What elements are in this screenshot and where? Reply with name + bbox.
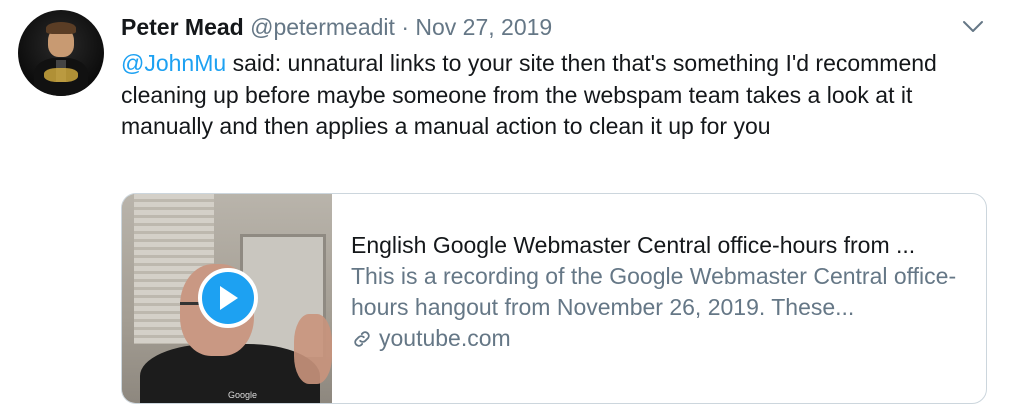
author-handle[interactable]: @petermeadit xyxy=(250,14,395,40)
author-name[interactable]: Peter Mead xyxy=(121,14,244,40)
link-icon xyxy=(354,330,370,347)
separator: · xyxy=(401,14,409,40)
card-domain-row: youtube.com xyxy=(351,323,971,354)
tweet-date[interactable]: Nov 27, 2019 xyxy=(415,14,552,40)
card-title: English Google Webmaster Central office-… xyxy=(351,232,916,258)
tweet[interactable]: Peter Mead @petermeadit · Nov 27, 2019 @… xyxy=(0,0,1010,412)
chevron-down-icon[interactable] xyxy=(960,16,986,38)
card-domain: youtube.com xyxy=(379,325,511,351)
tweet-header: Peter Mead @petermeadit · Nov 27, 2019 xyxy=(121,12,552,42)
thumbnail-logo: Google xyxy=(228,390,258,400)
play-icon[interactable] xyxy=(198,268,258,328)
link-card[interactable]: Google English Google Webmaster Central … xyxy=(121,193,987,404)
mention-link[interactable]: @JohnMu xyxy=(121,50,226,76)
tweet-text: @JohnMu said: unnatural links to your si… xyxy=(121,48,981,143)
avatar[interactable] xyxy=(18,10,104,96)
card-details: English Google Webmaster Central office-… xyxy=(351,230,971,354)
video-thumbnail[interactable]: Google xyxy=(122,194,332,403)
card-description: This is a recording of the Google Webmas… xyxy=(351,263,957,320)
tweet-body: said: unnatural links to your site then … xyxy=(121,50,937,139)
